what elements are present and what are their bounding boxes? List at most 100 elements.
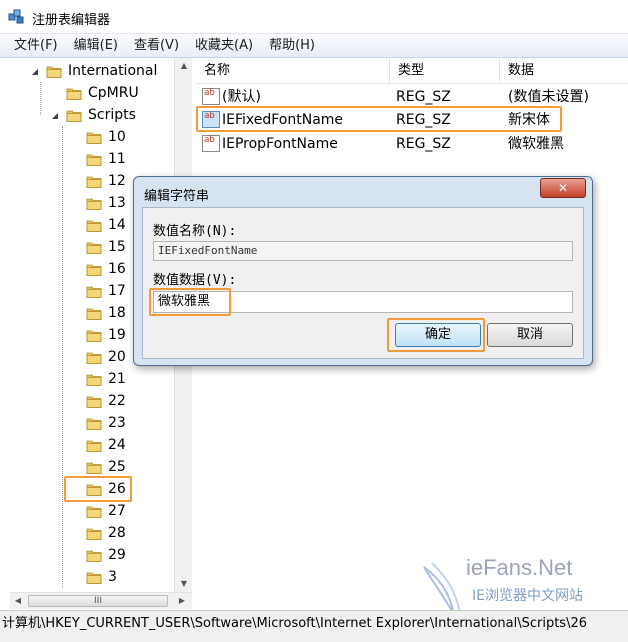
folder-icon xyxy=(86,129,102,145)
menu-file[interactable]: 文件(F) xyxy=(6,35,66,57)
tree-item-label: 13 xyxy=(108,195,126,211)
tree-item-label: 12 xyxy=(108,173,126,189)
tree-item[interactable]: 14 xyxy=(70,214,126,236)
folder-icon xyxy=(86,481,102,497)
column-header-data[interactable]: 数据 xyxy=(500,58,628,84)
folder-icon xyxy=(86,239,102,255)
tree-item[interactable]: 26 xyxy=(70,478,126,500)
folder-icon xyxy=(86,525,102,541)
expand-arrow-icon[interactable]: ◢ xyxy=(30,67,40,76)
tree-item[interactable]: 18 xyxy=(70,302,126,324)
value-type: REG_SZ xyxy=(396,136,451,152)
dialog-title: 编辑字符串 xyxy=(144,189,210,204)
folder-icon xyxy=(86,217,102,233)
tree-item[interactable]: 19 xyxy=(70,324,126,346)
tree-item[interactable]: 3 xyxy=(70,566,117,588)
folder-icon xyxy=(86,283,102,299)
column-header-type[interactable]: 类型 xyxy=(390,58,500,84)
tree-item[interactable]: 20 xyxy=(70,346,126,368)
tree-item[interactable]: 25 xyxy=(70,456,126,478)
close-button[interactable]: ✕ xyxy=(540,178,586,198)
tree-item-label: 19 xyxy=(108,327,126,343)
column-header-name[interactable]: 名称 xyxy=(196,58,390,84)
value-data: (数值未设置) xyxy=(508,89,589,105)
ok-button[interactable]: 确定 xyxy=(395,323,481,347)
tree-item[interactable]: 22 xyxy=(70,390,126,412)
tree-item[interactable]: 15 xyxy=(70,236,126,258)
folder-icon xyxy=(86,261,102,277)
folder-icon xyxy=(66,85,82,101)
tree-item-label: Scripts xyxy=(88,107,136,123)
value-name: (默认) xyxy=(222,89,261,105)
tree-item[interactable]: 12 xyxy=(70,170,126,192)
tree-item-label: 11 xyxy=(108,151,126,167)
values-list-header: 名称 类型 数据 xyxy=(196,58,628,84)
folder-icon xyxy=(86,305,102,321)
value-type: REG_SZ xyxy=(396,89,451,105)
folder-icon xyxy=(86,503,102,519)
tree-item-label: 23 xyxy=(108,415,126,431)
tree-horizontal-scrollbar[interactable]: ◀ III ▶ xyxy=(10,592,192,609)
open-folder-icon xyxy=(46,63,62,79)
tree-item-label: 15 xyxy=(108,239,126,255)
string-value-icon: ab xyxy=(202,111,220,128)
tree-item[interactable]: 21 xyxy=(70,368,126,390)
scroll-thumb[interactable]: III xyxy=(28,595,168,607)
tree-guide-line xyxy=(62,126,63,588)
tree-item-label: CpMRU xyxy=(88,85,139,101)
tree-item[interactable]: 17 xyxy=(70,280,126,302)
edit-string-dialog: 编辑字符串 ✕ 数值名称(N): IEFixedFontName 数值数据(V)… xyxy=(133,176,593,366)
tree-item-label: 20 xyxy=(108,349,126,365)
folder-icon xyxy=(86,437,102,453)
tree-item[interactable]: 16 xyxy=(70,258,126,280)
value-row[interactable]: ab IEFixedFontName REG_SZ 新宋体 xyxy=(196,108,628,132)
tree-item-label: 14 xyxy=(108,217,126,233)
tree-item[interactable]: 29 xyxy=(70,544,126,566)
folder-icon xyxy=(86,415,102,431)
folder-icon xyxy=(86,195,102,211)
menu-view[interactable]: 查看(V) xyxy=(126,35,187,57)
value-data-label: 数值数据(V): xyxy=(153,273,237,288)
tree-item[interactable]: 11 xyxy=(70,148,126,170)
tree-item[interactable]: CpMRU xyxy=(50,82,139,104)
status-bar-path: 计算机\HKEY_CURRENT_USER\Software\Microsoft… xyxy=(0,610,628,642)
scroll-down-icon[interactable]: ▼ xyxy=(175,576,193,592)
folder-icon xyxy=(86,393,102,409)
scroll-left-icon[interactable]: ◀ xyxy=(10,593,26,609)
folder-icon xyxy=(86,547,102,563)
menu-favorites[interactable]: 收藏夹(A) xyxy=(187,35,261,57)
folder-icon xyxy=(86,151,102,167)
tree-item[interactable]: ◢ Scripts xyxy=(50,104,136,126)
tree-item-label: 24 xyxy=(108,437,126,453)
watermark: ieFans.Net IE浏览器中文网站 xyxy=(420,555,620,616)
value-data-input[interactable]: 微软雅黑 xyxy=(153,291,573,313)
value-data: 新宋体 xyxy=(508,112,550,128)
tree-item[interactable]: 23 xyxy=(70,412,126,434)
registry-editor-icon xyxy=(8,8,26,26)
tree-item-label: 27 xyxy=(108,503,126,519)
tree-item[interactable]: 10 xyxy=(70,126,126,148)
menu-help[interactable]: 帮助(H) xyxy=(261,35,323,57)
tree-item[interactable]: 13 xyxy=(70,192,126,214)
window-titlebar: 注册表编辑器 xyxy=(0,0,628,34)
tree-item-label: 3 xyxy=(108,569,117,585)
tree-item[interactable]: ◢ International xyxy=(30,60,157,82)
folder-icon xyxy=(86,569,102,585)
value-row[interactable]: ab (默认) REG_SZ (数值未设置) xyxy=(196,85,628,109)
string-value-icon: ab xyxy=(202,135,220,152)
tree-item[interactable]: 27 xyxy=(70,500,126,522)
tree-item[interactable]: 24 xyxy=(70,434,126,456)
window-title: 注册表编辑器 xyxy=(32,13,111,28)
expand-arrow-icon[interactable]: ◢ xyxy=(50,111,60,120)
value-name-field: IEFixedFontName xyxy=(153,241,573,261)
folder-icon xyxy=(86,459,102,475)
tree-item-label: 28 xyxy=(108,525,126,541)
scroll-up-icon[interactable]: ▲ xyxy=(175,58,193,74)
cancel-button[interactable]: 取消 xyxy=(487,323,573,347)
scroll-right-icon[interactable]: ▶ xyxy=(174,593,190,609)
value-row[interactable]: ab IEPropFontName REG_SZ 微软雅黑 xyxy=(196,132,628,156)
watermark-text: ieFans.Net xyxy=(466,555,573,580)
menu-edit[interactable]: 编辑(E) xyxy=(66,35,126,57)
tree-item[interactable]: 28 xyxy=(70,522,126,544)
open-folder-icon xyxy=(66,107,82,123)
